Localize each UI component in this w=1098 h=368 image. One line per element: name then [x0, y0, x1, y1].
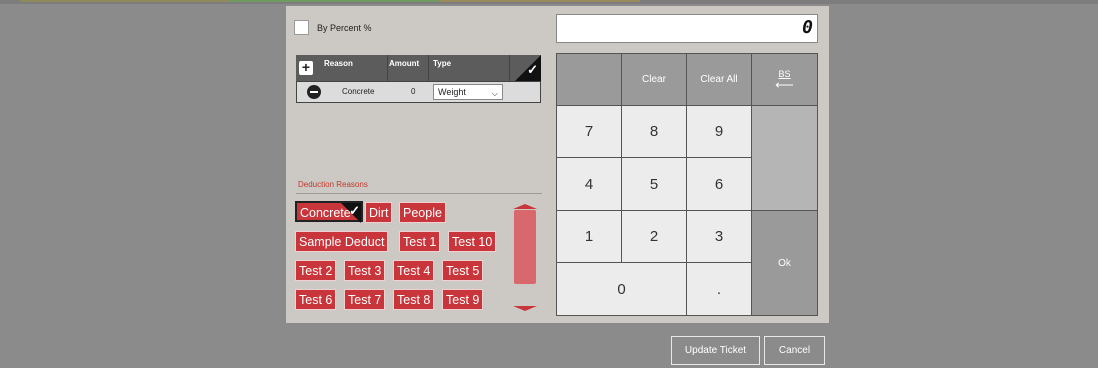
row-reason: Concrete — [342, 87, 375, 96]
scrollbar-thumb[interactable] — [514, 210, 536, 284]
reason-button-test-10[interactable]: Test 10 — [448, 231, 497, 252]
key-label: 3 — [714, 228, 724, 245]
deduction-reasons-label: Deduction Reasons — [298, 180, 368, 189]
reason-button-test-1[interactable]: Test 1 — [399, 231, 441, 252]
reason-button-test-3[interactable]: Test 3 — [344, 260, 386, 281]
scroll-up-arrow-icon[interactable] — [513, 204, 537, 209]
key-4[interactable]: 4 — [556, 157, 622, 211]
check-icon: ✓ — [349, 203, 360, 218]
by-percent-row: By Percent % — [294, 20, 372, 35]
divider — [296, 193, 542, 194]
reason-button-test-5[interactable]: Test 5 — [442, 260, 484, 281]
display-value: 0 — [802, 17, 813, 38]
background-strip — [0, 0, 1098, 4]
reason-label: Test 1 — [403, 235, 437, 249]
key-label: 4 — [584, 175, 594, 193]
key-2[interactable]: 2 — [621, 210, 687, 263]
key-6[interactable]: 6 — [686, 157, 752, 211]
check-icon: ✓ — [527, 62, 538, 77]
key-5[interactable]: 5 — [621, 157, 687, 211]
reason-button-dirt[interactable]: Dirt — [365, 202, 393, 223]
scroll-down-arrow-icon[interactable] — [513, 306, 537, 311]
row-amount: 0 — [411, 87, 416, 96]
deductions-table: + Reason Amount Type ✓ Concrete 0 Weight… — [296, 55, 541, 105]
reason-label: Test 9 — [446, 293, 480, 307]
by-percent-label: By Percent % — [317, 22, 372, 33]
reason-button-concrete[interactable]: Concrete ✓ — [295, 201, 363, 223]
key-label: 9 — [714, 123, 724, 140]
reason-button-test-4[interactable]: Test 4 — [393, 260, 435, 281]
update-ticket-button[interactable]: Update Ticket — [671, 336, 760, 365]
remove-row-button[interactable] — [307, 85, 321, 99]
reason-label: Test 2 — [299, 264, 333, 278]
reason-button-test-6[interactable]: Test 6 — [295, 289, 337, 310]
clear-label: Clear — [642, 74, 666, 85]
header-amount: Amount — [389, 59, 420, 68]
cancel-button[interactable]: Cancel — [764, 336, 825, 365]
key-1[interactable]: 1 — [556, 210, 622, 263]
type-select-value: Weight — [438, 87, 466, 97]
reason-label: Dirt — [369, 206, 389, 220]
clear-all-button[interactable]: Clear All — [686, 53, 752, 106]
reason-label: People — [403, 206, 442, 220]
key-blank-right — [751, 105, 818, 211]
reason-button-test-9[interactable]: Test 9 — [442, 289, 484, 310]
type-select[interactable]: Weight ⌵ — [433, 84, 503, 100]
reason-label: Sample Deduct — [299, 235, 385, 249]
reason-label: Test 8 — [397, 293, 431, 307]
arrow-left-icon: ⟵ — [775, 77, 794, 92]
chevron-down-icon: ⌵ — [491, 89, 498, 98]
key-7[interactable]: 7 — [556, 105, 622, 158]
key-label: 2 — [649, 228, 659, 245]
reason-label: Test 5 — [446, 264, 480, 278]
by-percent-checkbox[interactable] — [294, 20, 309, 35]
header-reason: Reason — [324, 59, 353, 68]
key-label: 1 — [584, 228, 594, 245]
cancel-label: Cancel — [778, 345, 811, 356]
reason-label: Test 6 — [299, 293, 333, 307]
ok-button[interactable]: Ok — [751, 210, 818, 316]
key-8[interactable]: 8 — [621, 105, 687, 158]
reason-button-sample-deduct[interactable]: Sample Deduct — [295, 231, 389, 252]
reason-label: Test 10 — [452, 235, 493, 249]
key-3[interactable]: 3 — [686, 210, 752, 263]
key-9[interactable]: 9 — [686, 105, 752, 158]
reason-button-test-2[interactable]: Test 2 — [295, 260, 337, 281]
reason-label: Test 7 — [348, 293, 382, 307]
key-label: 5 — [649, 175, 659, 193]
key-label: 6 — [714, 175, 724, 193]
clear-all-label: Clear All — [700, 74, 738, 85]
keypad-display[interactable]: 0 — [556, 14, 818, 43]
key-label: . — [716, 280, 722, 298]
key-0[interactable]: 0 — [556, 262, 687, 316]
reason-button-test-7[interactable]: Test 7 — [344, 289, 386, 310]
key-blank — [556, 53, 622, 106]
reason-label: Test 4 — [397, 264, 431, 278]
clear-button[interactable]: Clear — [621, 53, 687, 106]
ok-label: Ok — [778, 257, 791, 269]
reason-button-people[interactable]: People — [399, 202, 446, 223]
deduction-dialog: By Percent % + Reason Amount Type ✓ Conc… — [286, 6, 829, 323]
reason-button-test-8[interactable]: Test 8 — [393, 289, 435, 310]
backspace-button[interactable]: BS ⟵ — [751, 53, 818, 106]
key-dot[interactable]: . — [686, 262, 752, 316]
add-row-button[interactable]: + — [299, 60, 313, 75]
table-header: + Reason Amount Type ✓ — [296, 55, 541, 81]
key-label: 0 — [617, 280, 626, 298]
header-type: Type — [433, 59, 452, 68]
update-ticket-label: Update Ticket — [684, 345, 747, 356]
key-label: 8 — [649, 123, 659, 140]
key-label: 7 — [584, 123, 594, 140]
reason-label: Test 3 — [348, 264, 382, 278]
table-row[interactable]: Concrete 0 Weight ⌵ — [296, 81, 541, 103]
